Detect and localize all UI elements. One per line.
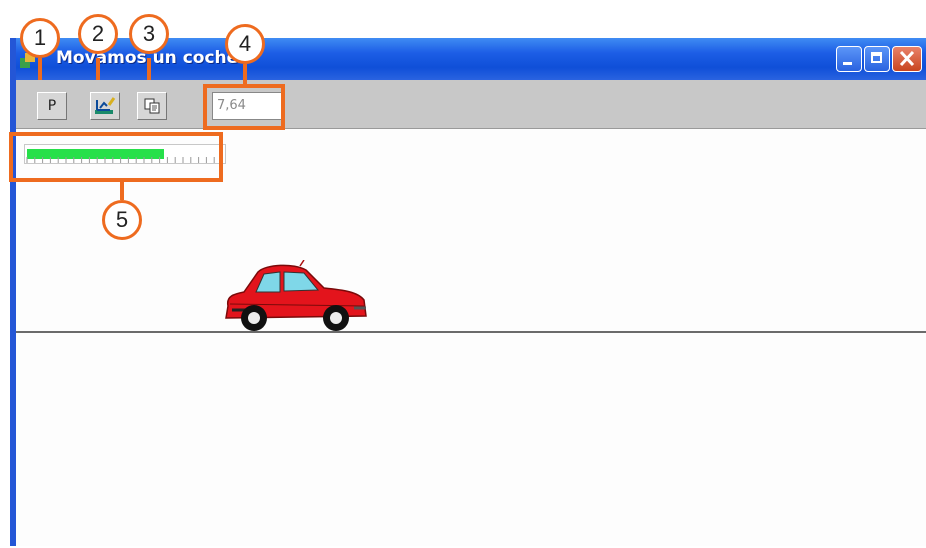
road-line (16, 331, 926, 333)
app-window: Movamos un coche P 7,64 (10, 38, 926, 546)
callout-3: 3 (129, 14, 169, 54)
progress-bar-highlight (9, 132, 223, 182)
car-image (225, 260, 367, 331)
simulation-canvas (16, 129, 926, 546)
callout-stem (38, 58, 42, 80)
value-field-highlight (203, 84, 285, 130)
copy-icon (144, 98, 160, 114)
callout-2: 2 (78, 14, 118, 54)
callout-5: 5 (102, 200, 142, 240)
maximize-button[interactable] (864, 46, 890, 72)
callout-1: 1 (20, 18, 60, 58)
copy-button[interactable] (137, 92, 167, 120)
edit-graph-button[interactable] (90, 92, 120, 120)
minimize-button[interactable] (836, 46, 862, 72)
edit-graph-icon (95, 97, 116, 114)
close-button[interactable] (892, 46, 922, 72)
close-icon (899, 50, 915, 67)
pause-button[interactable]: P (37, 92, 67, 120)
toolbar: P 7,64 (16, 80, 926, 129)
callout-stem (243, 64, 247, 86)
callout-stem (147, 58, 151, 80)
pause-button-label: P (47, 98, 57, 114)
callout-4: 4 (225, 24, 265, 64)
callout-stem (96, 58, 100, 80)
